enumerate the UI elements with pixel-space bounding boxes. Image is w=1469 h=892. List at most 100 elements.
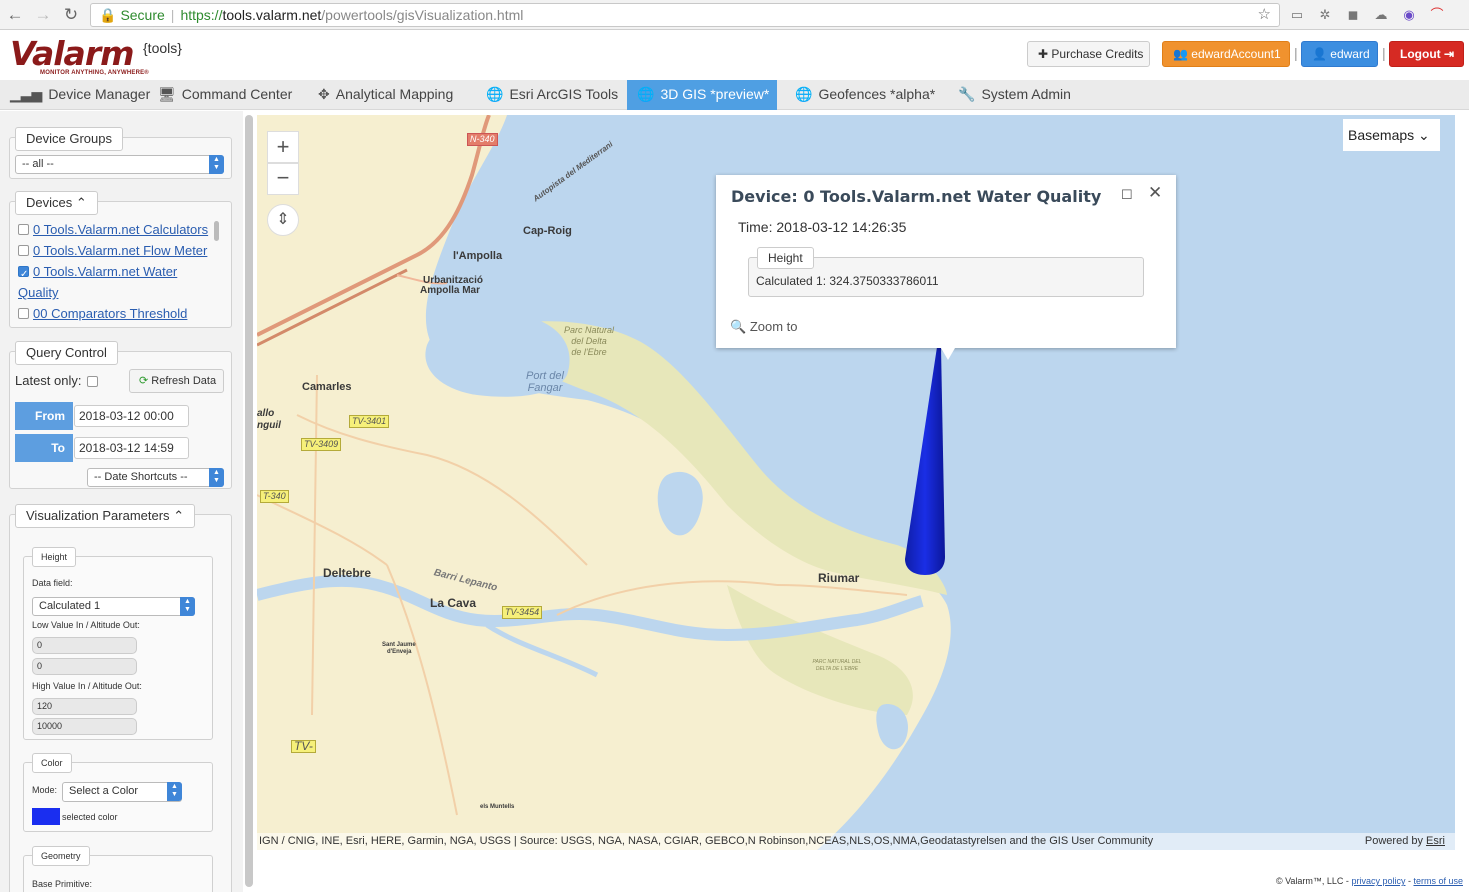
device-groups-panel: Device Groups -- all -- ▲ ▼ (9, 127, 232, 179)
park-label: PARC NATURAL DEL DELTA DE L'EBRE (812, 659, 862, 672)
cast-icon[interactable]: ▭ (1288, 6, 1306, 24)
tab-geofences[interactable]: 🌐 Geofences *alpha* (785, 80, 945, 110)
tab-analytical-mapping[interactable]: ✥ Analytical Mapping (308, 80, 463, 110)
header-divider: | (1382, 45, 1386, 61)
forward-icon[interactable]: → (32, 4, 54, 26)
color-subpanel: Color Mode: Select a Color ▲ ▼ selected co… (23, 753, 213, 832)
basemaps-button[interactable]: Basemaps ⌄ (1343, 119, 1440, 151)
latest-only-checkbox[interactable] (87, 376, 98, 387)
logo-tagline: MONITOR ANYTHING, ANYWHERE® (40, 70, 149, 76)
map-label: allo (257, 408, 275, 419)
account-button[interactable]: 👥 edwardAccount1 (1162, 41, 1290, 67)
chevron-up-icon: ⌃ (75, 195, 87, 210)
tab-esri-arcgis-tools[interactable]: 🌐 Esri ArcGIS Tools (476, 80, 628, 110)
device-checkbox[interactable] (18, 224, 29, 235)
zoom-to-button[interactable]: 🔍 Zoom to (730, 319, 798, 335)
logout-button[interactable]: Logout ⇥ (1389, 41, 1464, 67)
height-subpanel: Height Data field: Calculated 1 ▲ ▼ Low Va… (23, 547, 213, 740)
extension-circle-icon[interactable]: ◉ (1400, 6, 1418, 24)
base-primitive-label: Base Primitive: (32, 879, 93, 889)
high-altitude-out-input[interactable]: 10000 (32, 718, 137, 735)
reload-icon[interactable]: ↻ (60, 4, 82, 26)
devices-scrollbar[interactable] (214, 221, 219, 241)
color-mode-select[interactable]: Select a Color ▲ ▼ (62, 782, 182, 802)
refresh-data-button[interactable]: ⟳ Refresh Data (129, 369, 224, 393)
device-link[interactable]: Quality (18, 285, 58, 300)
tab-label: System Admin (981, 86, 1071, 102)
device-checkbox[interactable] (18, 245, 29, 256)
popup-height-field: Height Calculated 1: 324.3750333786011 (748, 247, 1144, 297)
sidebar-scrollbar[interactable] (245, 115, 253, 887)
high-value-in-input[interactable]: 120 (32, 698, 137, 715)
map-attribution: IGN / CNIG, INE, Esri, HERE, Garmin, NGA… (257, 833, 1455, 850)
privacy-policy-link[interactable]: privacy policy (1351, 876, 1405, 886)
back-icon[interactable]: ← (4, 4, 26, 26)
users-icon: 👥 (1173, 47, 1192, 61)
device-checkbox-checked[interactable] (18, 264, 29, 285)
rainbow-icon[interactable]: ⌒ (1428, 6, 1446, 24)
esri-link[interactable]: Esri (1426, 835, 1445, 847)
device-item-cont[interactable]: Quality (18, 282, 58, 303)
to-date-input[interactable]: 2018-03-12 14:59 (74, 437, 189, 459)
geometry-legend: Geometry (32, 846, 90, 866)
valarm-logo[interactable]: Valarm MONITOR ANYTHING, ANYWHERE® (10, 37, 149, 77)
devices-legend[interactable]: Devices ⌃ (15, 191, 98, 215)
device-groups-value: -- all -- (22, 158, 54, 170)
device-checkbox[interactable] (18, 308, 29, 319)
from-label: From (15, 402, 73, 430)
cloud-icon[interactable]: ☁ (1372, 6, 1390, 24)
query-control-legend: Query Control (15, 341, 118, 365)
device-groups-select[interactable]: -- all -- ▲ ▼ (15, 155, 224, 174)
tab-device-manager[interactable]: ▁▃▅ Device Manager (0, 80, 160, 110)
low-altitude-out-input[interactable]: 0 (32, 658, 137, 675)
date-shortcuts-value: -- Date Shortcuts -- (94, 471, 188, 483)
high-value-label: High Value In / Altitude Out: (32, 681, 142, 691)
map-view[interactable]: Cap-Roig l'Ampolla Urbanització Ampolla … (257, 115, 1455, 850)
map-label: La Cava (430, 596, 477, 610)
tab-system-admin[interactable]: 🔧 System Admin (948, 80, 1081, 110)
device-link[interactable]: 00 Comparators Threshold (33, 306, 187, 321)
tab-3d-gis[interactable]: 🌐 3D GIS *preview* (627, 80, 777, 110)
extension-gear-icon[interactable]: ✲ (1316, 6, 1334, 24)
globe-icon: 🌐 (486, 86, 504, 102)
powered-by[interactable]: Powered by Esri (1365, 833, 1445, 850)
compass-icon[interactable]: ⇕ (267, 204, 299, 236)
color-legend: Color (32, 753, 72, 773)
visualization-parameters-legend[interactable]: Visualization Parameters ⌃ (15, 504, 196, 528)
device-link[interactable]: 0 Tools.Valarm.net Flow Meter (33, 243, 207, 258)
height-bar-3d[interactable] (897, 347, 947, 577)
low-value-label: Low Value In / Altitude Out: (32, 620, 140, 630)
data-field-select[interactable]: Calculated 1 ▲ ▼ (32, 597, 195, 616)
purchase-credits-button[interactable]: ✚ Purchase Credits (1027, 41, 1150, 67)
device-item[interactable]: 0 Tools.Valarm.net Calculators (18, 219, 208, 240)
tab-label: Device Manager (48, 86, 151, 102)
maximize-icon[interactable]: ☐ (1121, 187, 1133, 203)
color-swatch[interactable] (32, 808, 60, 825)
user-button[interactable]: 👤 edward (1301, 41, 1378, 67)
close-icon[interactable]: ✕ (1148, 183, 1162, 203)
globe-icon: 🌐 (795, 86, 813, 102)
header-divider: | (1294, 45, 1298, 61)
tab-label: Esri ArcGIS Tools (509, 86, 619, 102)
tab-label: Analytical Mapping (335, 86, 454, 102)
from-date-input[interactable]: 2018-03-12 00:00 (74, 405, 189, 427)
visualization-legend-label: Visualization Parameters (26, 508, 170, 523)
bookmark-star-icon[interactable]: ☆ (1258, 4, 1271, 26)
terms-of-use-link[interactable]: terms of use (1413, 876, 1463, 886)
user-icon: 👤 (1312, 47, 1331, 61)
device-link[interactable]: 0 Tools.Valarm.net Calculators (33, 222, 208, 237)
address-bar[interactable]: 🔒 Secure | https://tools.valarm.net/powerto… (90, 3, 1280, 27)
tab-command-center[interactable]: 🖥 Command Center (148, 80, 302, 110)
url-path: /powertools/gisVisualization.html (321, 7, 524, 23)
date-shortcuts-select[interactable]: -- Date Shortcuts -- ▲ ▼ (87, 468, 224, 487)
device-item[interactable]: 00 Comparators Threshold (18, 303, 187, 324)
low-value-in-input[interactable]: 0 (32, 637, 137, 654)
zoom-in-button[interactable]: + (267, 131, 299, 163)
zoom-out-button[interactable]: − (267, 163, 299, 195)
device-item[interactable]: 0 Tools.Valarm.net Water (18, 261, 177, 285)
app-header: Valarm MONITOR ANYTHING, ANYWHERE® {tool… (0, 30, 1469, 80)
device-link[interactable]: 0 Tools.Valarm.net Water (33, 264, 177, 279)
device-item[interactable]: 0 Tools.Valarm.net Flow Meter (18, 240, 207, 261)
extension-square-icon[interactable]: ◼ (1344, 6, 1362, 24)
lock-icon: 🔒 (99, 7, 117, 23)
